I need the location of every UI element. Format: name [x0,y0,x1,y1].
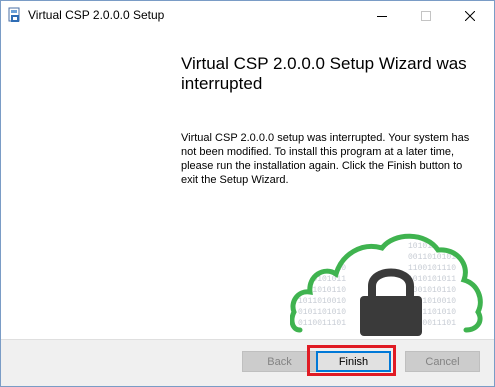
interruption-message: Virtual CSP 2.0.0.0 setup was interrupte… [181,132,470,186]
padlock [360,268,422,336]
installer-icon [7,7,23,23]
binary-line: 0001010110 [408,286,456,295]
binary-line: 1100101110 [408,264,456,273]
minimize-icon [376,15,387,17]
binary-line: 1010101011 [298,275,346,284]
wizard-content: Virtual CSP 2.0.0.0 Setup Wizard was int… [1,30,494,339]
cancel-button[interactable]: Cancel [405,351,480,372]
page-title: Virtual CSP 2.0.0.0 Setup Wizard was int… [181,54,467,93]
binary-line: 0011010101 [298,253,346,262]
maximize-button[interactable] [403,1,448,30]
title-bar[interactable]: Virtual CSP 2.0.0.0 Setup [1,1,494,30]
binary-line: 1010111010 [298,242,346,251]
binary-line: 0110011101 [298,319,346,328]
maximize-icon [420,10,431,21]
binary-line: 1011010010 [298,297,346,306]
minimize-button[interactable] [359,1,404,30]
finish-button[interactable]: Finish [316,351,391,372]
binary-line: 1010101011 [408,275,456,284]
close-icon [464,10,475,21]
close-button[interactable] [447,1,492,30]
window-title: Virtual CSP 2.0.0.0 Setup [28,8,165,22]
back-button[interactable]: Back [242,351,317,372]
cloud-lock-icon: 1010111010 0011010101 1100101110 1010101… [290,233,483,336]
setup-window: Virtual CSP 2.0.0.0 Setup Virtual CSP 2.… [0,0,495,387]
binary-line: 0101101010 [298,308,346,317]
binary-line: 0011010101 [408,253,456,262]
button-bar: Back Finish Cancel [1,339,494,386]
